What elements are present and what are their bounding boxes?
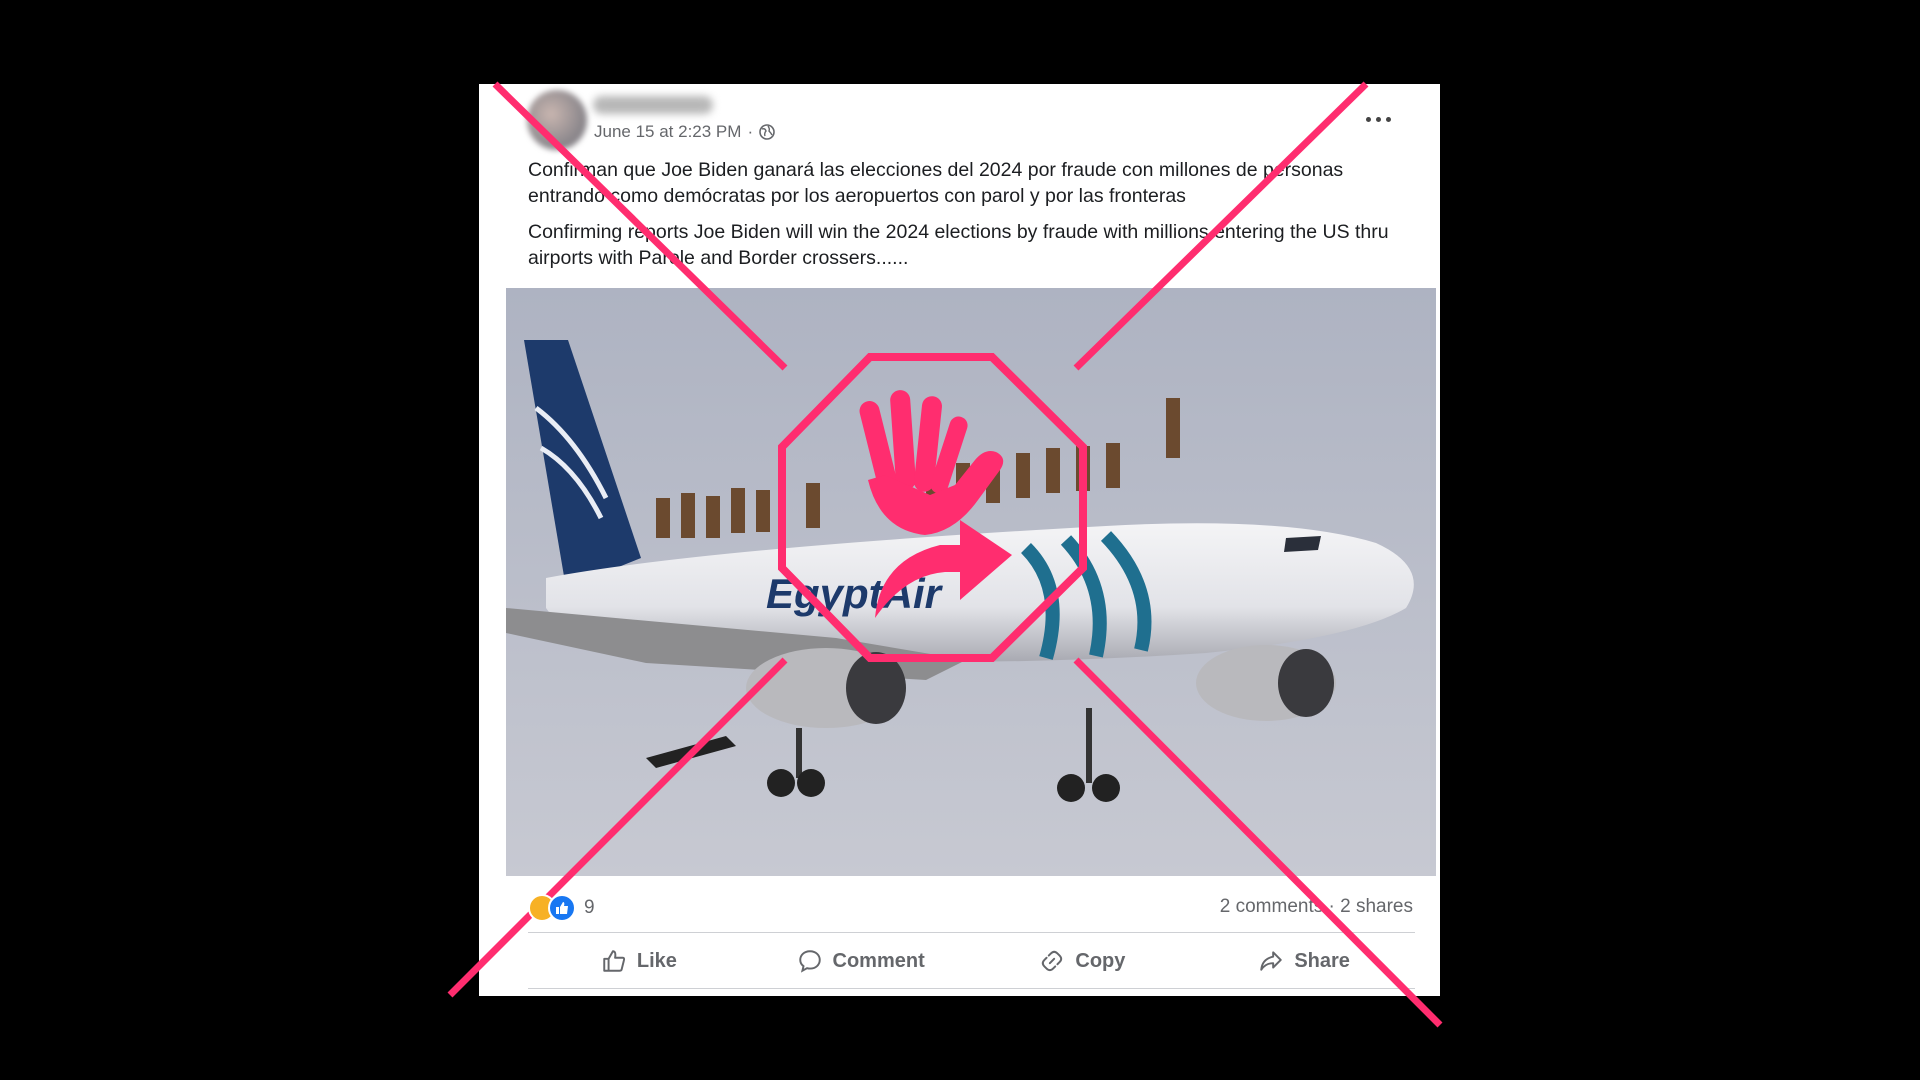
link-icon: [1042, 950, 1063, 972]
comment-count[interactable]: 2 comments: [1220, 896, 1323, 917]
divider: [528, 932, 1415, 933]
reaction-summary[interactable]: 9: [528, 894, 595, 922]
blurred-avatar[interactable]: [527, 90, 587, 150]
post-text-english: Confirming reports Joe Biden will win th…: [528, 221, 1389, 269]
post-actions: Like Comment Copy Share: [528, 937, 1415, 985]
share-label: Share: [1294, 949, 1350, 972]
post-timestamp[interactable]: June 15 at 2:23 PM: [594, 122, 741, 142]
post-photo[interactable]: EgyptAir: [506, 288, 1436, 876]
post-text-spanish: Confirman que Joe Biden ganará las elecc…: [528, 159, 1344, 207]
airplane-photo: EgyptAir: [506, 288, 1436, 876]
copy-button[interactable]: Copy: [972, 937, 1194, 985]
share-icon: [1260, 951, 1283, 971]
engagement-counts: 2 comments · 2 shares: [1220, 896, 1413, 918]
more-options-icon[interactable]: [1360, 104, 1400, 134]
count-separator: ·: [1328, 896, 1341, 917]
globe-icon: [759, 124, 775, 140]
facebook-post: June 15 at 2:23 PM · Confirman que Joe B…: [479, 84, 1440, 996]
copy-label: Copy: [1075, 949, 1126, 972]
comment-label: Comment: [832, 949, 925, 972]
blurred-author-name[interactable]: [593, 96, 713, 114]
meta-separator: ·: [747, 122, 754, 141]
divider: [528, 988, 1415, 989]
like-label: Like: [636, 949, 677, 972]
post-meta: June 15 at 2:23 PM ·: [594, 122, 775, 142]
airline-lettering: EgyptAir: [766, 570, 944, 617]
reaction-count: 9: [584, 897, 595, 918]
like-button[interactable]: Like: [528, 937, 750, 985]
like-reaction-icon: [548, 894, 576, 922]
comment-button[interactable]: Comment: [750, 937, 972, 985]
share-button[interactable]: Share: [1193, 937, 1415, 985]
comment-icon: [798, 950, 821, 973]
thumbs-up-icon: [603, 950, 625, 972]
screenshot-stage: June 15 at 2:23 PM · Confirman que Joe B…: [0, 0, 1920, 1080]
share-count[interactable]: 2 shares: [1340, 896, 1413, 917]
